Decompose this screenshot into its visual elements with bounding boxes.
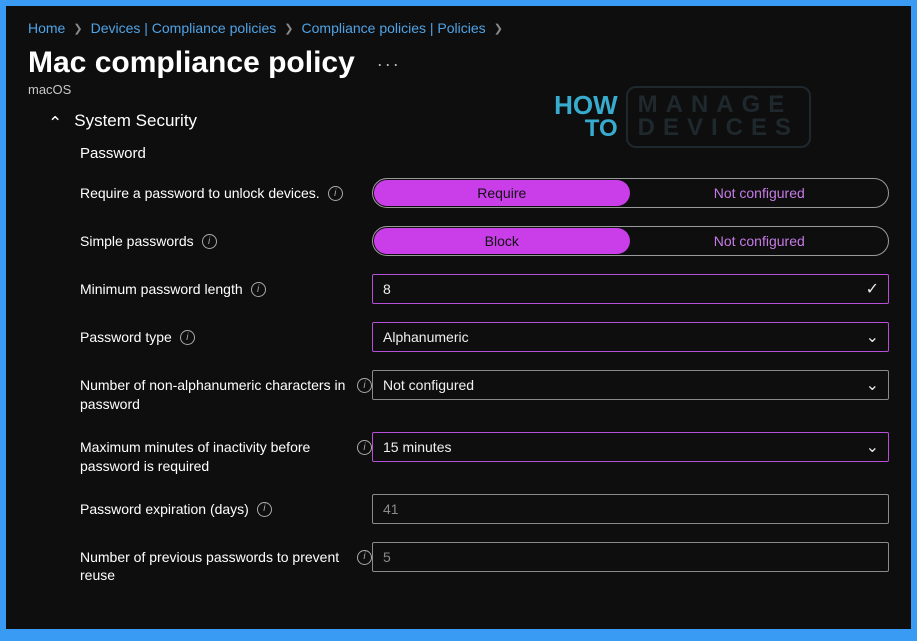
chevron-right-icon: ❯ (284, 22, 293, 35)
label-inactivity: Maximum minutes of inactivity before pas… (80, 438, 349, 476)
toggle-simple-passwords[interactable]: Block Not configured (372, 226, 889, 256)
toggle-option-not-configured[interactable]: Not configured (632, 180, 888, 206)
label-simple-passwords: Simple passwords (80, 232, 194, 251)
info-icon[interactable]: i (357, 550, 372, 565)
toggle-option-require[interactable]: Require (374, 180, 630, 206)
input-expiration[interactable] (372, 494, 889, 524)
platform-label: macOS (28, 82, 889, 97)
chevron-up-icon: ⌄ (48, 111, 62, 131)
toggle-option-not-configured[interactable]: Not configured (632, 228, 888, 254)
toggle-require-password[interactable]: Require Not configured (372, 178, 889, 208)
label-password-type: Password type (80, 328, 172, 347)
info-icon[interactable]: i (328, 186, 343, 201)
input-prevent-reuse[interactable] (372, 542, 889, 572)
password-heading: Password (80, 145, 889, 162)
info-icon[interactable]: i (202, 234, 217, 249)
info-icon[interactable]: i (180, 330, 195, 345)
info-icon[interactable]: i (257, 502, 272, 517)
section-system-security[interactable]: ⌄ System Security (48, 111, 889, 131)
input-min-length[interactable] (372, 274, 889, 304)
label-require-password: Require a password to unlock devices. (80, 184, 320, 203)
info-icon[interactable]: i (357, 378, 372, 393)
breadcrumb: Home ❯ Devices | Compliance policies ❯ C… (28, 20, 889, 36)
label-non-alpha: Number of non-alphanumeric characters in… (80, 376, 349, 414)
breadcrumb-home[interactable]: Home (28, 20, 65, 36)
chevron-right-icon: ❯ (494, 22, 503, 35)
select-inactivity[interactable]: 15 minutes (372, 432, 889, 462)
breadcrumb-devices[interactable]: Devices | Compliance policies (91, 20, 277, 36)
toggle-option-block[interactable]: Block (374, 228, 630, 254)
label-expiration: Password expiration (days) (80, 500, 249, 519)
chevron-right-icon: ❯ (73, 22, 82, 35)
section-title: System Security (74, 111, 197, 131)
select-non-alpha[interactable]: Not configured (372, 370, 889, 400)
breadcrumb-policies[interactable]: Compliance policies | Policies (302, 20, 486, 36)
select-password-type[interactable]: Alphanumeric (372, 322, 889, 352)
label-prevent-reuse: Number of previous passwords to prevent … (80, 548, 349, 586)
label-min-length: Minimum password length (80, 280, 243, 299)
more-actions-button[interactable]: ··· (377, 54, 401, 75)
info-icon[interactable]: i (357, 440, 372, 455)
page-title: Mac compliance policy (28, 46, 355, 80)
info-icon[interactable]: i (251, 282, 266, 297)
